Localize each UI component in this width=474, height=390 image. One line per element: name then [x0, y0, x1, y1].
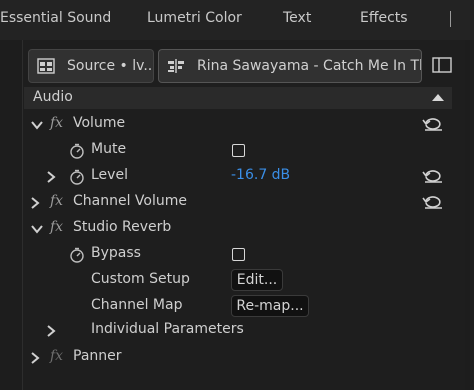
fx-icon[interactable]: fx: [50, 115, 63, 131]
level-value[interactable]: -16.7 dB: [231, 167, 290, 183]
source-clip-label: Source • lv...: [67, 58, 153, 74]
effect-row-channel-volume: fx Channel Volume: [24, 190, 452, 216]
reset-icon[interactable]: [422, 194, 444, 210]
effect-name: Panner: [73, 348, 122, 364]
fx-icon[interactable]: fx: [50, 348, 63, 364]
mute-checkbox[interactable]: [232, 144, 245, 157]
fx-icon[interactable]: fx: [50, 219, 63, 235]
fx-icon[interactable]: fx: [50, 193, 63, 209]
source-clip-icon: [37, 58, 55, 74]
effect-name: Studio Reverb: [73, 219, 172, 235]
tab-essential-sound[interactable]: Essential Sound: [0, 10, 111, 26]
effect-row-studio-reverb: fx Studio Reverb: [24, 216, 452, 242]
section-title: Audio: [33, 89, 73, 105]
tab-text[interactable]: Text: [283, 10, 311, 26]
param-label: Custom Setup: [91, 271, 190, 287]
param-row-custom-setup: Custom Setup Edit...: [24, 268, 452, 294]
stopwatch-icon[interactable]: [69, 169, 85, 185]
audio-section-header[interactable]: Audio: [24, 87, 452, 109]
param-label: Individual Parameters: [91, 321, 244, 337]
param-row-bypass: Bypass: [24, 242, 452, 268]
edit-button[interactable]: Edit...: [231, 269, 283, 291]
tab-effect-controls[interactable]: Effects: [360, 10, 408, 26]
chevron-right-icon[interactable]: [28, 351, 42, 365]
reset-icon[interactable]: [422, 116, 444, 132]
effect-name: Volume: [73, 115, 126, 131]
stopwatch-icon[interactable]: [69, 247, 85, 263]
chevron-right-icon[interactable]: [44, 170, 58, 184]
param-label: Level: [91, 167, 128, 183]
param-label: Channel Map: [91, 297, 183, 313]
tab-divider: [450, 11, 451, 27]
timeline-clip-button[interactable]: Rina Sawayama - Catch Me In The...: [158, 49, 422, 83]
timeline-clip-icon: [168, 59, 184, 73]
effect-row-panner: fx Panner: [24, 345, 452, 371]
source-clip-button[interactable]: Source • lv...: [28, 49, 154, 83]
panel-toggle-icon[interactable]: [432, 56, 452, 74]
param-label: Bypass: [91, 245, 141, 261]
collapse-caret-icon[interactable]: [432, 94, 444, 101]
panel-tab-bar: Essential Sound Lumetri Color Text Effec…: [0, 0, 474, 40]
chevron-down-icon[interactable]: [30, 118, 44, 132]
param-row-individual-parameters: Individual Parameters: [24, 318, 452, 344]
param-row-channel-map: Channel Map Re-map...: [24, 294, 452, 320]
effect-name: Channel Volume: [73, 193, 187, 209]
chevron-right-icon[interactable]: [44, 324, 58, 338]
bypass-checkbox[interactable]: [232, 248, 245, 261]
tab-lumetri-color[interactable]: Lumetri Color: [147, 10, 242, 26]
reset-icon[interactable]: [422, 168, 444, 184]
effect-row-volume: fx Volume: [24, 112, 452, 138]
chevron-down-icon[interactable]: [30, 222, 44, 236]
param-label: Mute: [91, 141, 127, 157]
timeline-clip-label: Rina Sawayama - Catch Me In The...: [197, 58, 421, 74]
remap-button[interactable]: Re-map...: [231, 295, 309, 317]
chevron-right-icon[interactable]: [28, 196, 42, 210]
param-row-level: Level -16.7 dB: [24, 164, 452, 190]
stopwatch-icon[interactable]: [69, 143, 85, 159]
param-row-mute: Mute: [24, 138, 452, 164]
